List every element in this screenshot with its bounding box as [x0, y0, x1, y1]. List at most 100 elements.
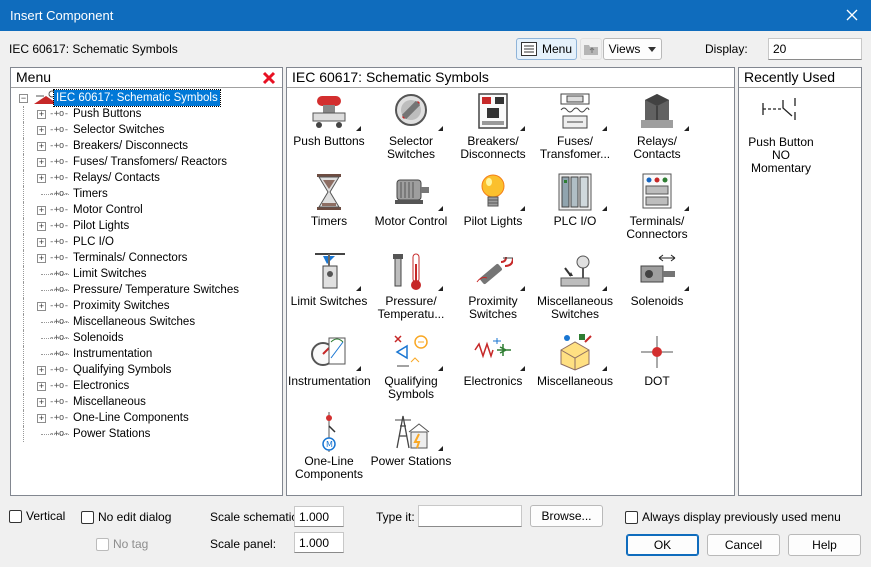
- power-station-icon: [395, 415, 430, 449]
- tree-item[interactable]: -+o- Instrumentation: [11, 346, 282, 362]
- scale-panel-label: Scale panel:: [210, 537, 277, 551]
- expand-icon[interactable]: +: [37, 158, 46, 167]
- tree-item[interactable]: + -+o- Miscellaneous: [11, 394, 282, 410]
- symbol-tile[interactable]: M One-Line Components: [288, 412, 370, 492]
- dot-icon: [641, 336, 673, 368]
- tree-item[interactable]: -+o- Solenoids: [11, 330, 282, 346]
- no-edit-dialog-checkbox[interactable]: No edit dialog: [81, 510, 171, 524]
- no-tag-box[interactable]: [96, 537, 109, 551]
- proximity-switch-icon: [476, 256, 513, 284]
- vertical-checkbox-box[interactable]: [9, 509, 22, 523]
- tree-item[interactable]: -+o- Limit Switches: [11, 266, 282, 282]
- tree-root-item[interactable]: − IEC 60617: Schematic Symbols: [11, 89, 282, 107]
- tree-line: [23, 362, 24, 378]
- menu-toggle-button[interactable]: Menu: [516, 38, 577, 60]
- always-display-box[interactable]: [625, 510, 638, 524]
- symbol-tile[interactable]: Qualifying Symbols: [370, 332, 452, 412]
- tree-item[interactable]: + -+o- Qualifying Symbols: [11, 362, 282, 378]
- up-level-button[interactable]: [580, 38, 602, 60]
- help-button[interactable]: Help: [788, 534, 861, 556]
- tree-item[interactable]: + -+o- Push Buttons: [11, 106, 282, 122]
- no-tag-checkbox[interactable]: No tag: [96, 537, 148, 551]
- symbol-tile[interactable]: Timers: [288, 172, 370, 252]
- expand-icon[interactable]: +: [37, 302, 46, 311]
- symbol-tile[interactable]: Pilot Lights: [452, 172, 534, 252]
- tree-line: [23, 106, 24, 122]
- submenu-indicator-icon: [438, 366, 443, 371]
- contact-glyph-icon: -+o-: [49, 269, 69, 279]
- type-it-input[interactable]: [418, 505, 522, 527]
- svg-text:M: M: [326, 440, 333, 449]
- expand-icon[interactable]: +: [37, 126, 46, 135]
- symbol-tile[interactable]: Instrumentation: [288, 332, 371, 412]
- tree-item[interactable]: + -+o- Motor Control: [11, 202, 282, 218]
- display-count-input[interactable]: 20: [768, 38, 862, 60]
- symbol-tile[interactable]: Motor Control: [370, 172, 452, 252]
- expand-icon[interactable]: +: [37, 206, 46, 215]
- title-bar: Insert Component: [0, 0, 871, 31]
- symbol-tile[interactable]: Relays/ Contacts: [616, 92, 698, 172]
- expand-icon[interactable]: +: [37, 238, 46, 247]
- expand-icon[interactable]: +: [37, 398, 46, 407]
- close-window-button[interactable]: [839, 3, 865, 27]
- tree-item[interactable]: -+o- Miscellaneous Switches: [11, 314, 282, 330]
- collapse-icon[interactable]: −: [19, 94, 28, 103]
- menu-icon: [520, 42, 537, 56]
- views-dropdown-button[interactable]: Views: [603, 38, 662, 60]
- expand-icon[interactable]: +: [37, 254, 46, 263]
- tree-item[interactable]: + -+o- Breakers/ Disconnects: [11, 138, 282, 154]
- submenu-indicator-icon: [438, 446, 443, 451]
- recent-item[interactable]: Push Button NO Momentary: [739, 94, 823, 175]
- tree-item[interactable]: + -+o- Relays/ Contacts: [11, 170, 282, 186]
- vertical-checkbox[interactable]: Vertical: [9, 509, 65, 523]
- symbol-tile[interactable]: Proximity Switches: [452, 252, 534, 332]
- symbol-tile[interactable]: Push Buttons: [288, 92, 370, 172]
- browse-button[interactable]: Browse...: [530, 505, 603, 527]
- submenu-indicator-icon: [520, 126, 525, 131]
- expand-icon[interactable]: +: [37, 142, 46, 151]
- tree-item[interactable]: + -+o- Proximity Switches: [11, 298, 282, 314]
- scale-panel-input[interactable]: 1.000: [294, 532, 344, 553]
- motor-icon: [395, 179, 429, 204]
- close-menu-panel-button[interactable]: [262, 71, 276, 88]
- symbol-tile[interactable]: Power Stations: [370, 412, 452, 492]
- expand-icon[interactable]: +: [37, 382, 46, 391]
- tree-item[interactable]: + -+o- PLC I/O: [11, 234, 282, 250]
- symbol-tile[interactable]: PLC I/O: [534, 172, 616, 252]
- ok-button[interactable]: OK: [626, 534, 699, 556]
- tree-line: [23, 138, 24, 154]
- symbol-tile-label: Proximity Switches: [468, 294, 518, 321]
- symbol-tile[interactable]: Terminals/ Connectors: [616, 172, 698, 252]
- tree-item[interactable]: + -+o- Fuses/ Transfomers/ Reactors: [11, 154, 282, 170]
- symbol-tile[interactable]: Breakers/ Disconnects: [452, 92, 534, 172]
- tree-item[interactable]: + -+o- One-Line Components: [11, 410, 282, 426]
- submenu-indicator-icon: [520, 366, 525, 371]
- scale-schematic-input[interactable]: 1.000: [294, 506, 344, 527]
- symbol-tile[interactable]: Electronics: [452, 332, 534, 412]
- expand-icon[interactable]: +: [37, 110, 46, 119]
- tree-item[interactable]: + -+o- Pilot Lights: [11, 218, 282, 234]
- symbol-tile[interactable]: Miscellaneous: [534, 332, 616, 412]
- expand-icon[interactable]: +: [37, 222, 46, 231]
- symbol-tile[interactable]: Solenoids: [616, 252, 698, 332]
- tree-item[interactable]: -+o- Power Stations: [11, 426, 282, 442]
- expand-icon[interactable]: +: [37, 174, 46, 183]
- tree-item[interactable]: -+o- Pressure/ Temperature Switches: [11, 282, 282, 298]
- tree-item[interactable]: + -+o- Terminals/ Connectors: [11, 250, 282, 266]
- tree-item[interactable]: -+o- Timers: [11, 186, 282, 202]
- symbol-tile[interactable]: Pressure/ Temperatu...: [370, 252, 452, 332]
- symbol-tile[interactable]: Limit Switches: [288, 252, 370, 332]
- no-edit-dialog-box[interactable]: [81, 510, 94, 524]
- symbol-tile[interactable]: DOT: [616, 332, 698, 412]
- window-title: Insert Component: [10, 8, 114, 23]
- symbol-tile[interactable]: Miscellaneous Switches: [534, 252, 616, 332]
- expand-icon[interactable]: +: [37, 366, 46, 375]
- tree-item-label: Fuses/ Transfomers/ Reactors: [73, 156, 228, 168]
- tree-item[interactable]: + -+o- Electronics: [11, 378, 282, 394]
- always-display-checkbox[interactable]: Always display previously used menu: [625, 510, 841, 524]
- cancel-button[interactable]: Cancel: [707, 534, 780, 556]
- symbol-tile[interactable]: Selector Switches: [370, 92, 452, 172]
- symbol-tile[interactable]: Fuses/ Transfomer...: [534, 92, 616, 172]
- tree-item[interactable]: + -+o- Selector Switches: [11, 122, 282, 138]
- expand-icon[interactable]: +: [37, 414, 46, 423]
